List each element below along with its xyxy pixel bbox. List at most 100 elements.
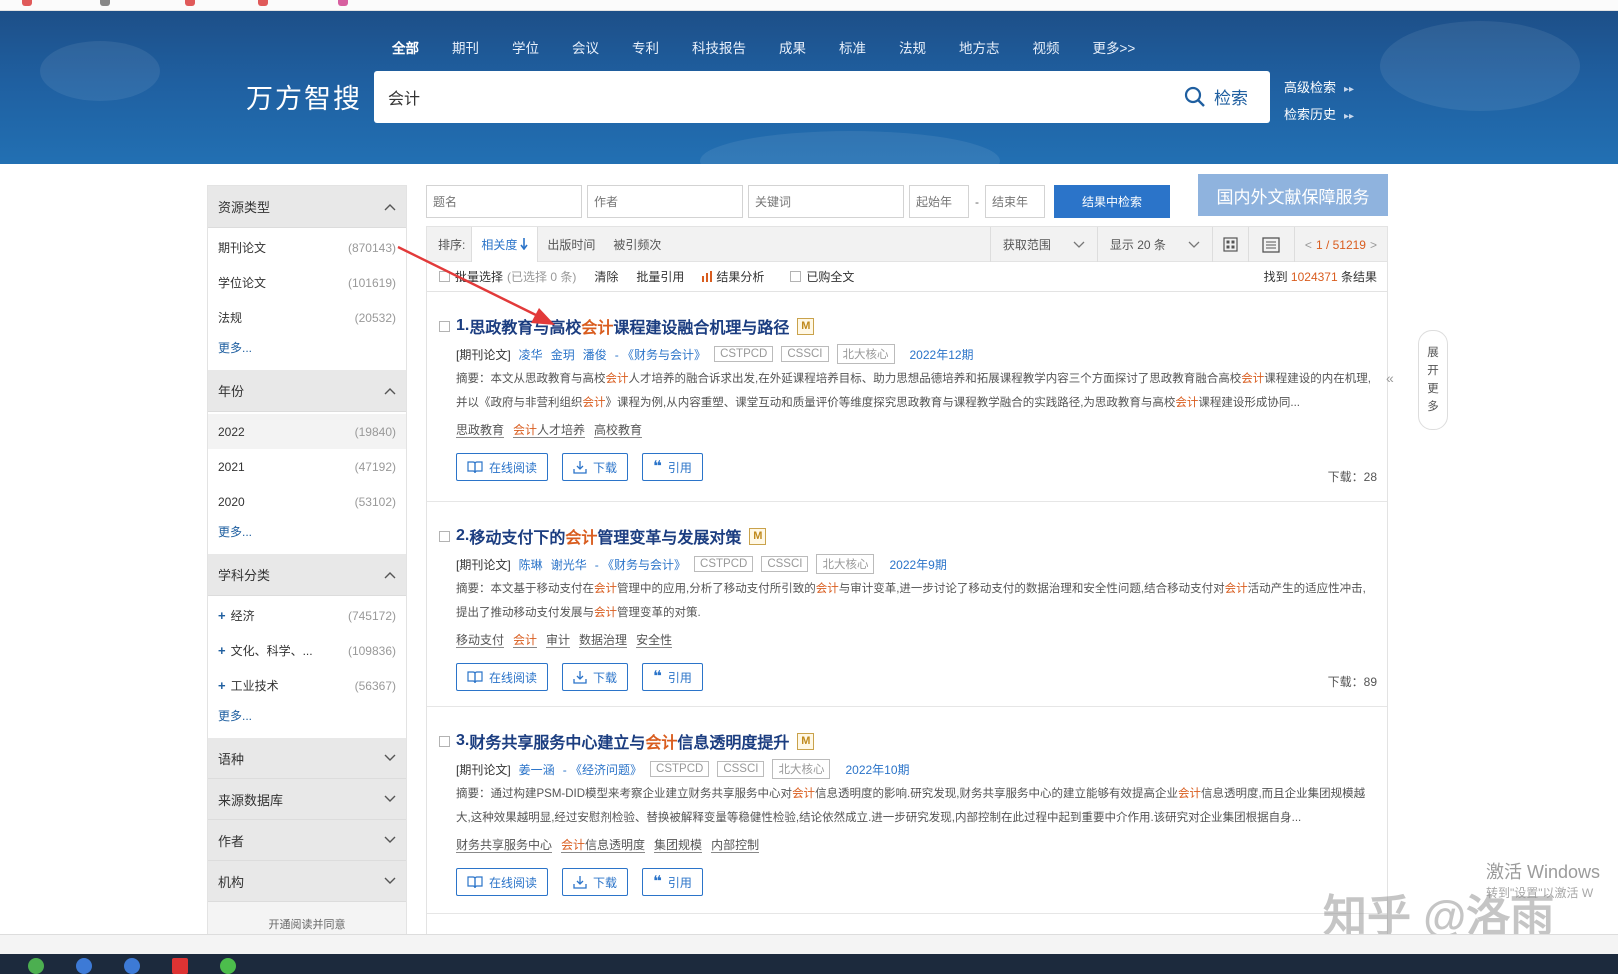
result-checkbox[interactable] bbox=[439, 321, 450, 332]
nav-item[interactable]: 科技报告 bbox=[692, 37, 746, 57]
facet-item[interactable]: 2021 (47192) bbox=[208, 449, 406, 484]
facet-more-link[interactable]: 更多... bbox=[208, 335, 406, 364]
chevron-down-icon[interactable] bbox=[384, 836, 396, 844]
download-button[interactable]: 下载 bbox=[562, 663, 629, 691]
chevron-up-icon[interactable] bbox=[384, 571, 396, 579]
result-title[interactable]: 1. 思政教育与高校 会计 课程建设融合机理与路径 M bbox=[456, 311, 1377, 341]
end-year-field[interactable] bbox=[985, 185, 1045, 218]
keyword-link[interactable]: 安全性 bbox=[636, 633, 673, 648]
sort-cited[interactable]: 被引频次 bbox=[604, 227, 670, 262]
keyword-link[interactable]: 内部控制 bbox=[711, 838, 760, 853]
keyword-link[interactable]: 集团规模 bbox=[654, 838, 703, 853]
prev-page-icon[interactable]: < bbox=[1305, 238, 1312, 252]
start-year-field[interactable] bbox=[909, 185, 969, 218]
chevron-down-icon[interactable] bbox=[384, 795, 396, 803]
sort-relevance[interactable]: 相关度 bbox=[471, 226, 539, 262]
facet-item[interactable]: + 文化、科学、... (109836) bbox=[208, 633, 406, 668]
facet-more-link[interactable]: 更多... bbox=[208, 519, 406, 548]
facet-header-collapsed[interactable]: 作者 bbox=[208, 820, 406, 861]
read-online-button[interactable]: 在线阅读 bbox=[456, 453, 549, 481]
expand-more-tab[interactable]: 展开更多 bbox=[1418, 330, 1448, 430]
result-checkbox[interactable] bbox=[439, 736, 450, 747]
facet-item[interactable]: 法规 (20532) bbox=[208, 300, 406, 335]
search-history-link[interactable]: 检索历史 ▸▸ bbox=[1284, 102, 1354, 129]
purchased-filter[interactable]: 已购全文 bbox=[790, 268, 854, 285]
read-online-button[interactable]: 在线阅读 bbox=[456, 663, 549, 691]
facet-more-link[interactable]: 更多... bbox=[208, 703, 406, 732]
keyword-link[interactable]: 高校教育 bbox=[594, 423, 643, 438]
expand-chevron-icon[interactable]: « bbox=[1386, 370, 1394, 386]
literature-service-button[interactable]: 国内外文献保障服务 bbox=[1198, 174, 1388, 216]
facet-header-collapsed[interactable]: 语种 bbox=[208, 738, 406, 779]
keyword-link[interactable]: 会计 bbox=[513, 633, 538, 648]
pagination[interactable]: <1 / 51219 > bbox=[1293, 227, 1387, 262]
next-page-icon[interactable]: > bbox=[1370, 238, 1377, 252]
chevron-up-icon[interactable] bbox=[384, 203, 396, 211]
facet-item[interactable]: + 工业技术 (56367) bbox=[208, 668, 406, 703]
list-view-button[interactable] bbox=[1247, 227, 1294, 262]
cite-button[interactable]: ❝ 引用 bbox=[642, 453, 703, 481]
nav-item[interactable]: 标准 bbox=[839, 37, 866, 57]
facet-item[interactable]: 学位论文 (101619) bbox=[208, 265, 406, 300]
start-icon[interactable] bbox=[28, 958, 44, 974]
issue-date[interactable]: 2022年9期 bbox=[889, 556, 946, 573]
keyword-field[interactable] bbox=[748, 185, 904, 218]
keyword-link[interactable]: 财务共享服务中心 bbox=[456, 838, 553, 853]
issue-date[interactable]: 2022年10期 bbox=[845, 761, 909, 778]
advanced-search-link[interactable]: 高级检索 ▸▸ bbox=[1284, 75, 1354, 102]
nav-item[interactable]: 成果 bbox=[779, 37, 806, 57]
author-field[interactable] bbox=[587, 185, 743, 218]
journal-link[interactable]: - 《财务与会计》 bbox=[595, 556, 686, 573]
title-field[interactable] bbox=[426, 185, 582, 218]
grid-view-button[interactable] bbox=[1211, 227, 1248, 262]
download-button[interactable]: 下载 bbox=[562, 868, 629, 896]
author-link[interactable]: 陈琳 bbox=[519, 556, 543, 573]
keyword-link[interactable]: 移动支付 bbox=[456, 633, 505, 648]
browser-icon[interactable] bbox=[76, 958, 92, 974]
result-checkbox[interactable] bbox=[439, 531, 450, 542]
nav-item[interactable]: 学位 bbox=[512, 37, 539, 57]
search-button[interactable]: 检索 bbox=[1184, 84, 1248, 109]
result-title[interactable]: 3. 财务共享服务中心建立与 会计 信息透明度提升 M bbox=[456, 726, 1377, 756]
keyword-link[interactable]: 审计 bbox=[546, 633, 571, 648]
nav-item[interactable]: 视频 bbox=[1033, 37, 1060, 57]
batch-select-checkbox[interactable] bbox=[439, 271, 450, 282]
nav-item[interactable]: 更多>> bbox=[1093, 37, 1136, 57]
facet-item[interactable]: 2022 (19840) bbox=[208, 414, 406, 449]
facet-item[interactable]: 期刊论文 (870143) bbox=[208, 230, 406, 265]
facet-header[interactable]: 年份 bbox=[208, 370, 406, 412]
nav-item[interactable]: 期刊 bbox=[452, 37, 479, 57]
batch-cite-button[interactable]: 批量引用 bbox=[636, 268, 684, 285]
facet-item[interactable]: + 经济 (745172) bbox=[208, 598, 406, 633]
facet-item[interactable]: 2020 (53102) bbox=[208, 484, 406, 519]
nav-item[interactable]: 专利 bbox=[632, 37, 659, 57]
download-button[interactable]: 下载 bbox=[562, 453, 629, 481]
plus-icon[interactable]: + bbox=[218, 678, 226, 693]
facet-header-collapsed[interactable]: 机构 bbox=[208, 861, 406, 902]
author-link[interactable]: 金玥 bbox=[551, 346, 575, 363]
facet-header[interactable]: 学科分类 bbox=[208, 554, 406, 596]
plus-icon[interactable]: + bbox=[218, 608, 226, 623]
keyword-link[interactable]: 会计 人才培养 bbox=[513, 423, 586, 438]
site-logo[interactable]: 万方智搜 bbox=[246, 77, 362, 116]
journal-link[interactable]: - 《财务与会计》 bbox=[615, 346, 706, 363]
result-title[interactable]: 2. 移动支付下的 会计 管理变革与发展对策 M bbox=[456, 521, 1377, 551]
scope-dropdown[interactable]: 获取范围 bbox=[989, 227, 1097, 262]
read-online-button[interactable]: 在线阅读 bbox=[456, 868, 549, 896]
page-size-dropdown[interactable]: 显示 20 条 bbox=[1096, 227, 1212, 262]
analysis-button[interactable]: 结果分析 bbox=[702, 268, 764, 285]
purchased-checkbox[interactable] bbox=[790, 271, 802, 282]
nav-item[interactable]: 全部 bbox=[392, 37, 419, 57]
chevron-up-icon[interactable] bbox=[384, 387, 396, 395]
author-link[interactable]: 谢光华 bbox=[551, 556, 587, 573]
facet-header-collapsed[interactable]: 来源数据库 bbox=[208, 779, 406, 820]
cite-button[interactable]: ❝ 引用 bbox=[642, 663, 703, 691]
plus-icon[interactable]: + bbox=[218, 643, 226, 658]
author-link[interactable]: 潘俊 bbox=[583, 346, 607, 363]
keyword-link[interactable]: 数据治理 bbox=[579, 633, 628, 648]
browser-icon[interactable] bbox=[124, 958, 140, 974]
author-link[interactable]: 凌华 bbox=[519, 346, 543, 363]
app-icon[interactable] bbox=[172, 958, 188, 974]
journal-link[interactable]: - 《经济问题》 bbox=[563, 761, 642, 778]
author-link[interactable]: 姜一涵 bbox=[519, 761, 555, 778]
